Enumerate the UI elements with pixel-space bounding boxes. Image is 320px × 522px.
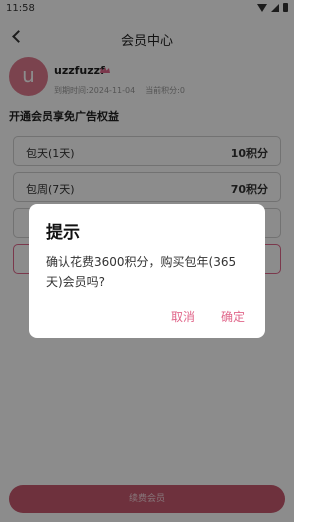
cancel-button[interactable]: 取消 xyxy=(171,308,195,325)
dialog-message: 确认花费3600积分，购买包年(365天)会员吗? xyxy=(46,255,237,289)
confirm-dialog: 提示 确认花费3600积分，购买包年(365天)会员吗? 取消 确定 xyxy=(29,204,265,338)
confirm-button[interactable]: 确定 xyxy=(221,308,245,325)
dialog-title: 提示 xyxy=(46,223,80,243)
